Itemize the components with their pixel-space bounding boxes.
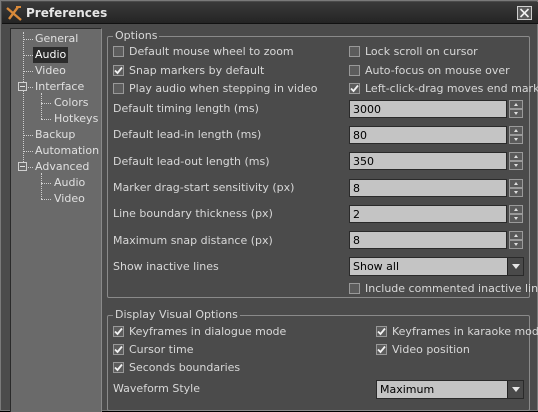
tree-connector: [23, 71, 33, 72]
tree-item-colors[interactable]: Colors: [52, 95, 90, 111]
chevron-down-icon[interactable]: [507, 258, 523, 275]
spin-up-button[interactable]: [509, 205, 523, 214]
checkmark-icon: [377, 327, 386, 336]
inactive-lines-label: Show inactive lines: [113, 260, 219, 273]
snap-distance-spinner[interactable]: [349, 231, 524, 249]
spin-down-button[interactable]: [509, 109, 523, 118]
waveform-style-value: Maximum: [380, 383, 435, 396]
lead-out-length-input[interactable]: [349, 152, 507, 170]
preferences-window: Preferences General Audio Video Interfac…: [0, 0, 538, 412]
waveform-style-select[interactable]: Maximum: [376, 380, 524, 399]
checkbox-box[interactable]: [349, 283, 360, 294]
chevron-down-icon[interactable]: [507, 381, 523, 398]
timing-length-spinner[interactable]: [349, 100, 524, 118]
tree-connector: [41, 183, 51, 184]
checkbox-box[interactable]: [113, 362, 124, 373]
boundary-thickness-label: Line boundary thickness (px): [113, 207, 273, 220]
drag-sensitivity-input[interactable]: [349, 179, 507, 197]
timing-length-label: Default timing length (ms): [113, 102, 259, 115]
spin-up-button[interactable]: [509, 100, 523, 109]
checkbox-box[interactable]: [113, 83, 124, 94]
checkbox-box[interactable]: [113, 46, 124, 57]
checkbox-box[interactable]: [349, 83, 360, 94]
lead-in-length-label: Default lead-in length (ms): [113, 128, 262, 141]
checkbox-box[interactable]: [349, 65, 360, 76]
spin-down-button[interactable]: [509, 240, 523, 249]
tree-item-automation[interactable]: Automation: [33, 143, 101, 159]
timing-length-input[interactable]: [349, 100, 507, 118]
tree-connector: [41, 103, 51, 104]
tree-connector: [23, 55, 33, 56]
spin-up-button[interactable]: [509, 231, 523, 240]
checkbox-box[interactable]: [113, 326, 124, 337]
tree-item-advanced-audio[interactable]: Audio: [52, 175, 87, 191]
waveform-style-label: Waveform Style: [113, 382, 200, 395]
tree-item-interface[interactable]: Interface: [33, 79, 86, 95]
drag-sensitivity-spinner[interactable]: [349, 179, 524, 197]
tree-item-video[interactable]: Video: [33, 63, 68, 79]
tree-connector: [41, 119, 51, 120]
spin-up-button[interactable]: [509, 179, 523, 188]
inactive-lines-value: Show all: [353, 260, 400, 273]
category-tree[interactable]: General Audio Video Interface Colors Hot…: [10, 28, 102, 412]
checkmark-icon: [114, 327, 123, 336]
lead-out-length-label: Default lead-out length (ms): [113, 155, 270, 168]
checkmark-icon: [377, 345, 386, 354]
close-button[interactable]: [517, 6, 532, 20]
checkmark-icon: [114, 363, 123, 372]
tree-connector: [23, 151, 33, 152]
tree-connector: [23, 135, 33, 136]
window-title: Preferences: [26, 6, 108, 20]
spin-up-button[interactable]: [509, 152, 523, 161]
tree-connector: [41, 199, 51, 200]
tree-connector: [41, 93, 42, 119]
title-bar[interactable]: Preferences: [2, 2, 538, 24]
spin-down-button[interactable]: [509, 135, 523, 144]
drag-sensitivity-label: Marker drag-start sensitivity (px): [113, 181, 295, 194]
tree-item-hotkeys[interactable]: Hotkeys: [52, 111, 100, 127]
app-logo-icon: [6, 5, 22, 21]
spin-down-button[interactable]: [509, 188, 523, 197]
tree-item-audio[interactable]: Audio: [33, 47, 69, 63]
lead-out-length-spinner[interactable]: [349, 152, 524, 170]
checkbox-box[interactable]: [349, 46, 360, 57]
snap-distance-input[interactable]: [349, 231, 507, 249]
checkbox-box[interactable]: [113, 344, 124, 355]
inactive-lines-select[interactable]: Show all: [349, 257, 524, 276]
lead-in-length-spinner[interactable]: [349, 126, 524, 144]
checkbox-box[interactable]: [376, 326, 387, 337]
tree-connector: [41, 173, 42, 199]
tree-item-general[interactable]: General: [33, 31, 80, 47]
lead-in-length-input[interactable]: [349, 126, 507, 144]
tree-connector: [23, 39, 33, 40]
checkbox-box[interactable]: [376, 344, 387, 355]
spin-down-button[interactable]: [509, 161, 523, 170]
snap-distance-label: Maximum snap distance (px): [113, 234, 273, 247]
checkbox-box[interactable]: [113, 65, 124, 76]
checkmark-icon: [114, 66, 123, 75]
collapse-advanced-icon[interactable]: [18, 162, 27, 171]
options-group-title: Options: [113, 29, 160, 43]
tree-item-backup[interactable]: Backup: [33, 127, 77, 143]
boundary-thickness-input[interactable]: [349, 205, 507, 223]
spin-down-button[interactable]: [509, 214, 523, 223]
display-group-title: Display Visual Options: [113, 308, 240, 322]
checkmark-icon: [114, 345, 123, 354]
tree-item-advanced[interactable]: Advanced: [33, 159, 91, 175]
boundary-thickness-spinner[interactable]: [349, 205, 524, 223]
collapse-interface-icon[interactable]: [18, 82, 27, 91]
checkmark-icon: [350, 84, 359, 93]
tree-item-advanced-video[interactable]: Video: [52, 191, 87, 207]
spin-up-button[interactable]: [509, 126, 523, 135]
tree-connector: [23, 32, 24, 164]
